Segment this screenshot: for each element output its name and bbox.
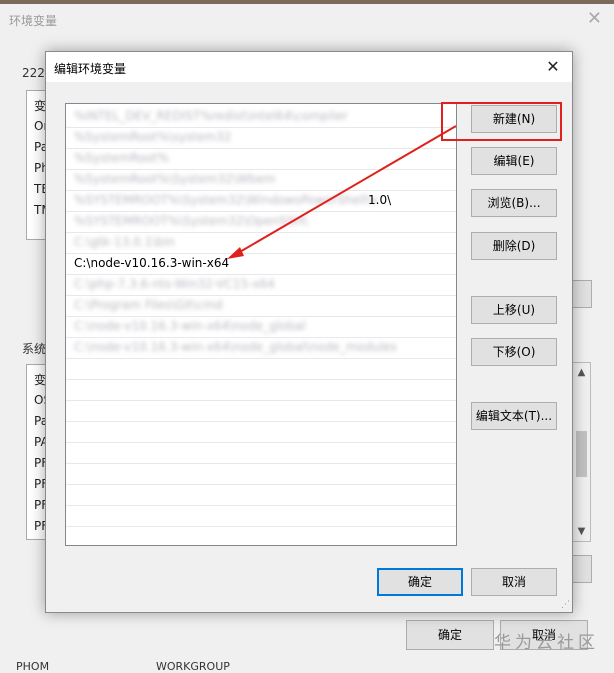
arrow-head	[227, 247, 244, 259]
watermark-text: 华为云社区	[494, 633, 599, 653]
arrow-line	[237, 125, 457, 254]
annotation-arrow	[227, 125, 457, 259]
